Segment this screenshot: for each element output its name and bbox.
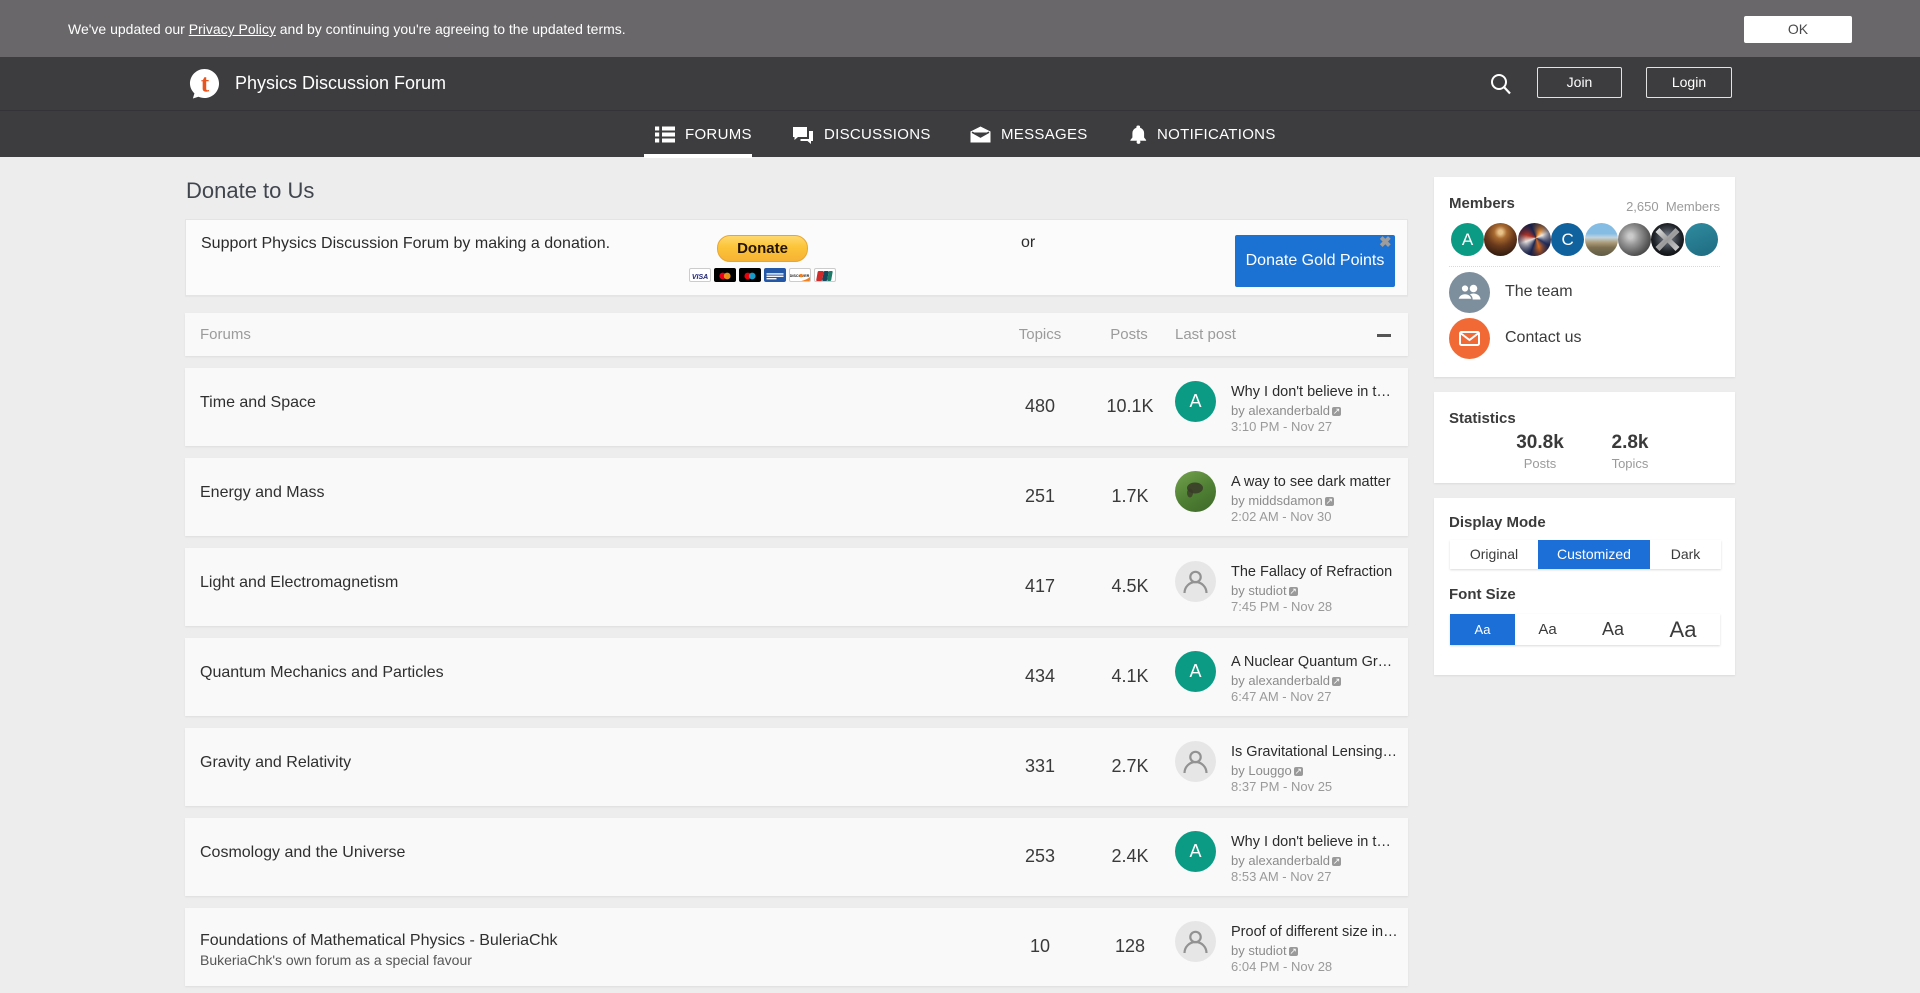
svg-text:VISA: VISA	[692, 274, 708, 281]
svg-text:t: t	[201, 70, 210, 97]
